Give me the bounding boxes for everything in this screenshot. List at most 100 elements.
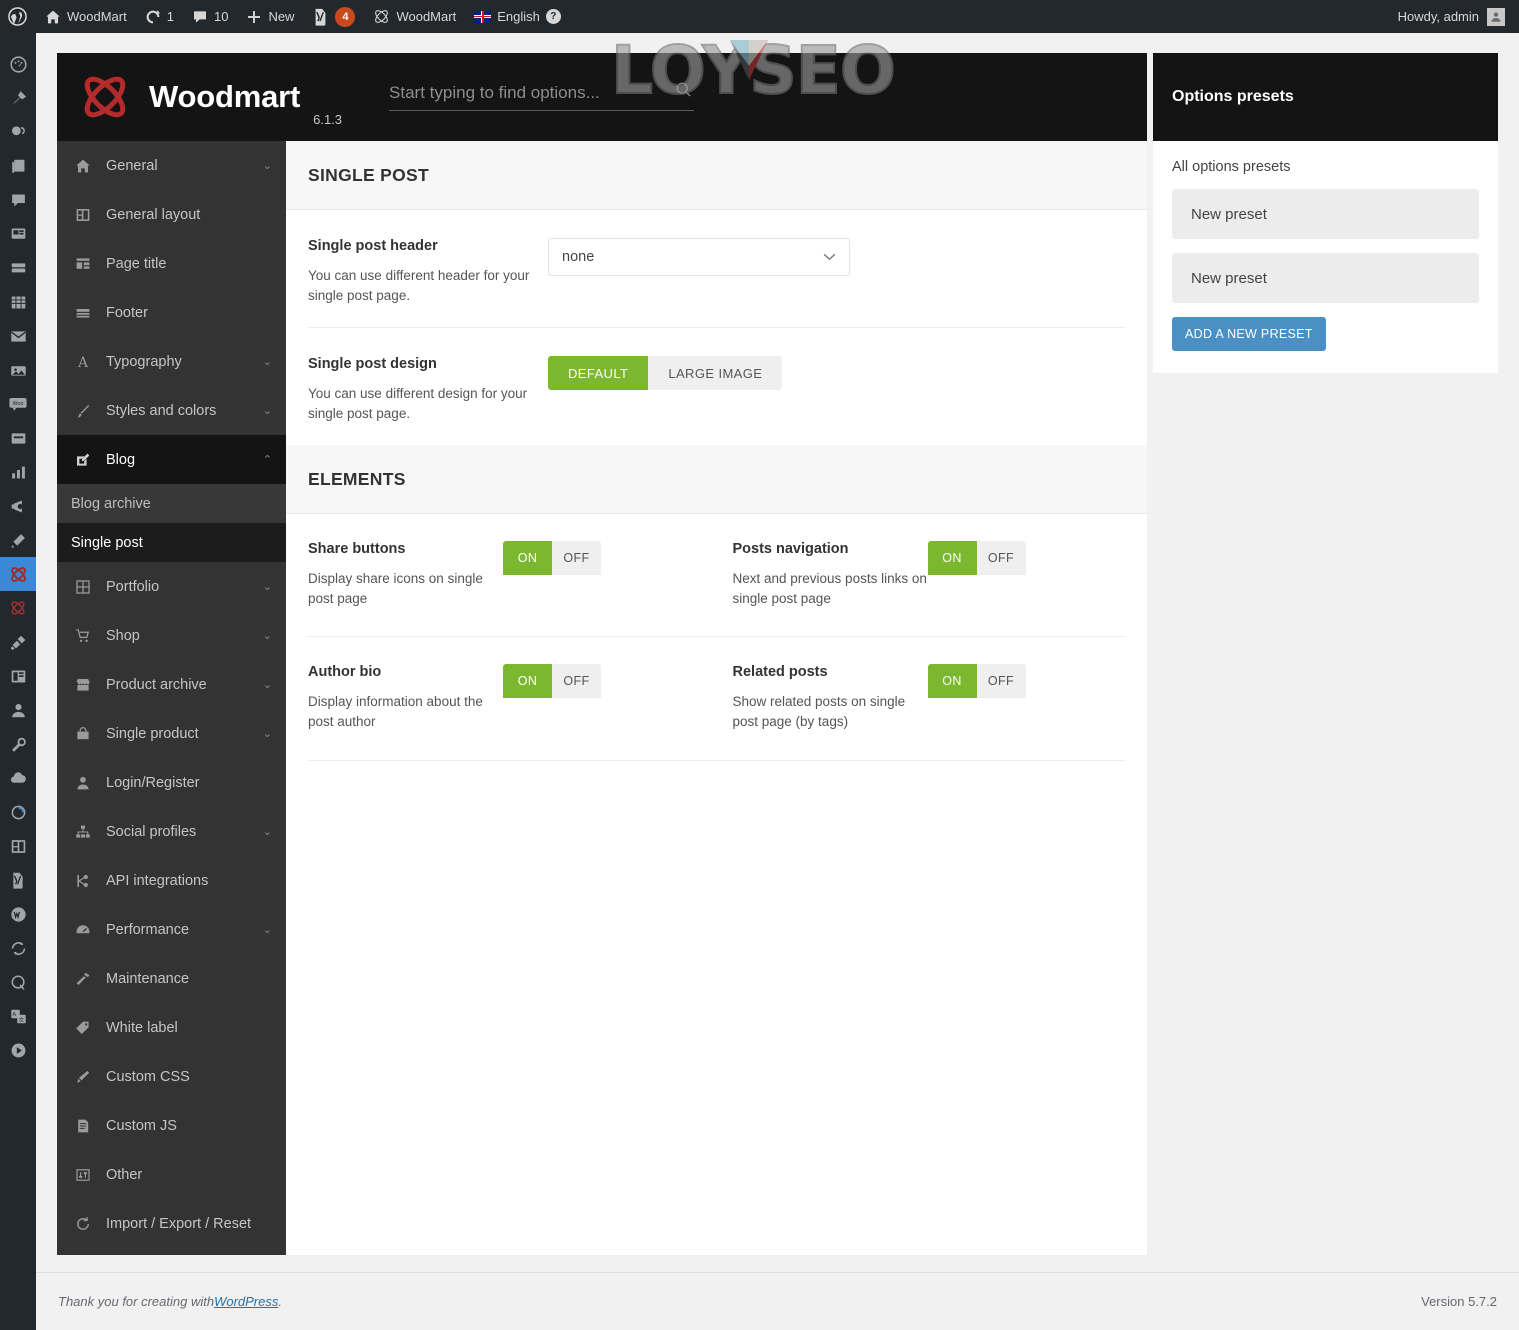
sidebar-item-plugins[interactable] — [0, 625, 36, 659]
toggle-off[interactable]: OFF — [552, 541, 601, 576]
add-new-preset-button[interactable]: ADD A NEW PRESET — [1172, 317, 1326, 351]
presets-body: All options presets New preset New prese… — [1153, 141, 1498, 373]
sidebar-item-cloud[interactable] — [0, 761, 36, 795]
css-icon — [75, 1069, 101, 1085]
toggle-on[interactable]: ON — [927, 541, 977, 576]
sidebar-item-users[interactable] — [0, 693, 36, 727]
nav-item-general-layout[interactable]: General layout — [57, 190, 286, 239]
nav-item-api-integrations[interactable]: API integrations — [57, 856, 286, 905]
nav-item-product-archive[interactable]: Product archive ⌄ — [57, 660, 286, 709]
nav-label: Maintenance — [106, 970, 190, 987]
chevron-up-icon: ⌃ — [262, 454, 272, 466]
howdy-label: Howdy, admin — [1397, 9, 1479, 24]
preset-item[interactable]: New preset — [1172, 189, 1479, 239]
nav-item-login-register[interactable]: Login/Register — [57, 758, 286, 807]
site-name-menu[interactable]: WoodMart — [36, 0, 136, 33]
portfolio-icon — [75, 579, 101, 595]
chevron-down-icon: ⌄ — [262, 405, 272, 417]
sidebar-item-marketing[interactable] — [0, 489, 36, 523]
design-option-default[interactable]: DEFAULT — [548, 356, 649, 391]
sidebar-item-comments[interactable] — [0, 183, 36, 217]
nav-item-import-export-reset[interactable]: Import / Export / Reset — [57, 1199, 286, 1248]
sidebar-item-wpml[interactable] — [0, 897, 36, 931]
nav-item-portfolio[interactable]: Portfolio ⌄ — [57, 562, 286, 611]
nav-subitem-single-post[interactable]: Single post — [57, 523, 286, 562]
sidebar-item-posts[interactable] — [0, 81, 36, 115]
language-menu[interactable]: English ? — [465, 0, 570, 33]
nav-label: Social profiles — [106, 823, 197, 840]
sidebar-item-sync[interactable] — [0, 931, 36, 965]
chevron-down-icon: ⌄ — [262, 630, 272, 642]
nav-item-blog[interactable]: Blog ⌃ — [57, 435, 286, 484]
sidebar-item-analytics[interactable] — [0, 455, 36, 489]
field-single-post-design: Single post design You can use different… — [308, 328, 1125, 445]
toggle-on[interactable]: ON — [927, 664, 977, 699]
layout-icon — [75, 207, 101, 223]
sidebar-item-gallery[interactable] — [0, 353, 36, 387]
my-account-menu[interactable]: Howdy, admin — [1397, 7, 1519, 26]
nav-item-custom-js[interactable]: Custom JS — [57, 1101, 286, 1150]
sidebar-item-woodmart-theme[interactable] — [0, 591, 36, 625]
preset-item[interactable]: New preset — [1172, 253, 1479, 303]
field-description: You can use different header for your si… — [308, 268, 530, 303]
sidebar-item-woocommerce[interactable]: Woo — [0, 387, 36, 421]
sidebar-item-tools[interactable] — [0, 727, 36, 761]
single-post-header-select[interactable]: none — [548, 238, 850, 276]
nav-item-typography[interactable]: A Typography ⌄ — [57, 337, 286, 386]
sidebar-item-support[interactable] — [0, 965, 36, 999]
updates-menu[interactable]: 1 — [136, 0, 183, 33]
options-search-input[interactable] — [389, 83, 695, 103]
new-label: New — [268, 9, 295, 24]
updates-count: 1 — [166, 9, 174, 24]
sidebar-item-dashboard[interactable] — [0, 47, 36, 81]
sidebar-item-pages[interactable] — [0, 149, 36, 183]
sidebar-item-products[interactable] — [0, 421, 36, 455]
sidebar-item-portfolio[interactable] — [0, 217, 36, 251]
nav-item-footer[interactable]: Footer — [57, 288, 286, 337]
chevron-down-icon: ⌄ — [262, 356, 272, 368]
nav-item-general[interactable]: General ⌄ — [57, 141, 286, 190]
sidebar-item-video[interactable] — [0, 1033, 36, 1067]
new-content-menu[interactable]: New — [237, 0, 303, 33]
sidebar-item-slider[interactable] — [0, 251, 36, 285]
toggle-off[interactable]: OFF — [976, 541, 1026, 576]
nav-item-performance[interactable]: Performance ⌄ — [57, 905, 286, 954]
sidebar-item-elementor[interactable] — [0, 523, 36, 557]
nav-item-other[interactable]: Other — [57, 1150, 286, 1199]
nav-item-maintenance[interactable]: Maintenance — [57, 954, 286, 1003]
uk-flag-icon — [474, 10, 492, 23]
nav-label: Page title — [106, 255, 167, 272]
comments-menu[interactable]: 10 — [183, 0, 237, 33]
toggle-off[interactable]: OFF — [552, 664, 601, 699]
wp-logo-menu[interactable] — [0, 0, 36, 33]
nav-item-styles-and-colors[interactable]: Styles and colors ⌄ — [57, 386, 286, 435]
element-share-buttons: Share buttons Display share icons on sin… — [308, 514, 717, 638]
sidebar-item-appearance[interactable] — [0, 659, 36, 693]
help-icon[interactable]: ? — [545, 9, 561, 24]
toggle-off[interactable]: OFF — [976, 664, 1026, 699]
nav-item-custom-css[interactable]: Custom CSS — [57, 1052, 286, 1101]
nav-item-white-label[interactable]: White label — [57, 1003, 286, 1052]
wordpress-link[interactable]: WordPress — [214, 1294, 278, 1309]
field-right: DEFAULT LARGE IMAGE — [548, 356, 1125, 423]
sidebar-item-tables[interactable] — [0, 285, 36, 319]
woodmart-menu[interactable]: WoodMart — [364, 0, 465, 33]
yoast-menu[interactable]: 4 — [303, 0, 364, 33]
sidebar-item-translate[interactable]: A文 — [0, 999, 36, 1033]
chevron-down-icon: ⌄ — [262, 160, 272, 172]
design-option-large-image[interactable]: LARGE IMAGE — [648, 356, 783, 391]
sidebar-item-mail[interactable] — [0, 319, 36, 353]
toggle-on[interactable]: ON — [503, 541, 552, 576]
nav-item-single-product[interactable]: Single product ⌄ — [57, 709, 286, 758]
options-nav: General ⌄ General layout Page title Foot… — [57, 141, 286, 1255]
sidebar-item-layout[interactable] — [0, 829, 36, 863]
sidebar-item-media[interactable] — [0, 115, 36, 149]
nav-subitem-blog-archive[interactable]: Blog archive — [57, 484, 286, 523]
sidebar-item-yoast[interactable] — [0, 863, 36, 897]
nav-item-social-profiles[interactable]: Social profiles ⌄ — [57, 807, 286, 856]
toggle-on[interactable]: ON — [503, 664, 552, 699]
sidebar-item-woodmart-active[interactable] — [0, 557, 36, 591]
sidebar-item-updraft[interactable] — [0, 795, 36, 829]
nav-item-page-title[interactable]: Page title — [57, 239, 286, 288]
nav-item-shop[interactable]: Shop ⌄ — [57, 611, 286, 660]
